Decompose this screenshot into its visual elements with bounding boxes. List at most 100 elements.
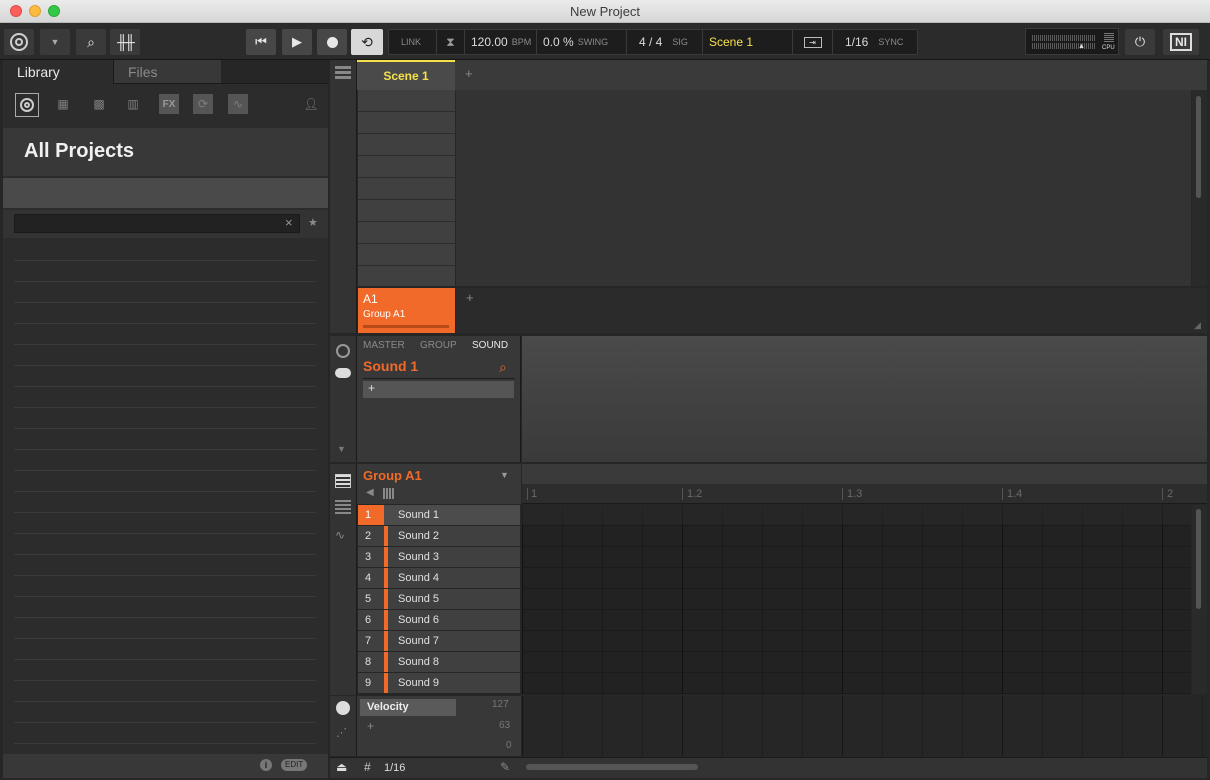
pattern-footer: ⏏ # 1/16 ✎ bbox=[330, 757, 1207, 778]
tempo-unit: BPM bbox=[511, 37, 532, 47]
tab-files[interactable]: Files bbox=[113, 60, 221, 84]
browser-toggle-button[interactable]: ⌕ bbox=[76, 29, 106, 55]
collapse-icon[interactable]: ▼ bbox=[337, 444, 346, 454]
clear-search-icon[interactable]: × bbox=[285, 215, 293, 230]
scene-display[interactable]: Scene 1 bbox=[703, 30, 793, 54]
instruments-filter-icon[interactable]: ▥ bbox=[123, 94, 143, 114]
sound-number: 6 bbox=[365, 614, 372, 626]
step-grid[interactable] bbox=[522, 505, 1191, 694]
cpu-meter: ▲ CPU bbox=[1025, 28, 1119, 55]
pattern-scrollbar[interactable] bbox=[1192, 505, 1207, 694]
keyboard-view-icon[interactable] bbox=[335, 500, 351, 514]
group-tile-name: Group A1 bbox=[363, 309, 406, 320]
window-title: New Project bbox=[569, 4, 641, 19]
filter-tag-bar[interactable] bbox=[3, 178, 328, 208]
results-list[interactable] bbox=[14, 240, 316, 754]
resize-handle-icon[interactable]: ◢ bbox=[1194, 320, 1201, 331]
sound-row[interactable]: 9 Sound 9 bbox=[358, 673, 520, 693]
group-name[interactable]: Group A1 bbox=[363, 468, 422, 483]
group-tile-a1[interactable]: A1 Group A1 bbox=[358, 288, 455, 333]
loops-filter-icon[interactable]: ⟳ bbox=[193, 94, 213, 114]
velocity-icon[interactable] bbox=[336, 701, 350, 715]
sound-name: Sound 9 bbox=[398, 677, 439, 689]
sound-search-icon[interactable]: ⌕ bbox=[499, 359, 507, 376]
velocity-lane[interactable] bbox=[522, 696, 1207, 756]
speaker-icon[interactable]: ◀ bbox=[366, 487, 374, 498]
follow-toggle[interactable]: ⇥ bbox=[793, 30, 833, 54]
timeline-ruler[interactable]: 1 1.2 1.3 1.4 2 bbox=[522, 484, 1207, 504]
eject-icon[interactable]: ⏏ bbox=[336, 760, 347, 774]
mixer-toggle-button[interactable]: ╫╫ bbox=[110, 29, 140, 55]
toolbar: ▼ ⌕ ╫╫ ⏮ ▶ ⟲ LINK ⧗ 120.00 BPM 0.0 % SWI… bbox=[0, 23, 1210, 60]
scene-slots[interactable] bbox=[358, 90, 455, 286]
channel-icon[interactable] bbox=[336, 344, 350, 358]
maschine-menu-button[interactable] bbox=[4, 29, 34, 55]
add-modulation-button[interactable]: + bbox=[367, 719, 374, 733]
sound-row[interactable]: 7 Sound 7 bbox=[358, 631, 520, 651]
velocity-lane-button[interactable]: Velocity bbox=[360, 699, 456, 716]
tab-master[interactable]: MASTER bbox=[363, 340, 405, 351]
tab-sound[interactable]: SOUND bbox=[472, 340, 508, 351]
chevron-down-icon[interactable]: ▼ bbox=[500, 470, 509, 480]
pads-view-icon[interactable] bbox=[335, 474, 351, 488]
add-plugin-button[interactable]: + bbox=[363, 381, 514, 398]
quantize-field[interactable]: 1/16 SYNC bbox=[833, 30, 918, 54]
pencil-icon[interactable]: ✎ bbox=[500, 760, 510, 774]
tab-library[interactable]: Library bbox=[3, 60, 113, 84]
add-scene-button[interactable]: + bbox=[465, 66, 473, 81]
plugin-icon[interactable] bbox=[335, 368, 351, 378]
arranger-scrollbar[interactable] bbox=[1192, 90, 1207, 286]
tab-group[interactable]: GROUP bbox=[420, 340, 457, 351]
scene-tab[interactable]: Scene 1 bbox=[357, 60, 455, 90]
metronome-icon: ⧗ bbox=[446, 34, 455, 49]
sound-row[interactable]: 3 Sound 3 bbox=[358, 547, 520, 567]
loop-button[interactable]: ⟲ bbox=[351, 29, 383, 55]
rewind-button[interactable]: ⏮ bbox=[246, 29, 276, 55]
tempo-field[interactable]: 120.00 BPM bbox=[465, 30, 537, 54]
menu-dropdown-button[interactable]: ▼ bbox=[40, 29, 70, 55]
grid-resolution[interactable]: 1/16 bbox=[384, 762, 405, 774]
favorite-star-icon[interactable]: ★ bbox=[308, 216, 318, 229]
metronome-toggle[interactable]: ⧗ bbox=[437, 30, 465, 54]
sound-row[interactable]: 5 Sound 5 bbox=[358, 589, 520, 609]
scene-bar: Scene 1 + bbox=[357, 60, 1207, 90]
signature-field[interactable]: 4 / 4 SIG bbox=[627, 30, 703, 54]
user-filter-icon[interactable]: 👤︎ bbox=[301, 94, 321, 114]
search-input[interactable] bbox=[14, 214, 300, 233]
pattern-sidebar: ∿ bbox=[330, 464, 357, 695]
samples-filter-icon[interactable]: ∿ bbox=[228, 94, 248, 114]
sound-row[interactable]: 6 Sound 6 bbox=[358, 610, 520, 630]
maschine-filter-icon[interactable] bbox=[15, 93, 39, 117]
follow-icon: ⇥ bbox=[803, 36, 822, 48]
automation-icon[interactable]: ⋰ bbox=[336, 726, 347, 739]
edit-button[interactable]: EDIT bbox=[281, 759, 308, 771]
power-button[interactable]: ⏻ bbox=[1125, 29, 1155, 55]
horizontal-scrollbar[interactable] bbox=[526, 764, 698, 770]
record-button[interactable] bbox=[317, 29, 347, 55]
pad-grid-icon[interactable] bbox=[383, 488, 394, 499]
sound-row[interactable]: 8 Sound 8 bbox=[358, 652, 520, 672]
groups-filter-icon[interactable]: ▦ bbox=[53, 94, 73, 114]
add-group-button[interactable]: + bbox=[466, 290, 474, 305]
ni-logo-button[interactable]: NI bbox=[1163, 29, 1199, 55]
ideas-view-icon[interactable] bbox=[335, 66, 351, 80]
browser-footer: i EDIT bbox=[3, 754, 328, 778]
add-plugin-label: + bbox=[368, 381, 376, 395]
info-icon[interactable]: i bbox=[260, 759, 272, 771]
ruler-mark: 1.3 bbox=[842, 488, 862, 500]
fx-filter-icon[interactable]: FX bbox=[159, 94, 179, 114]
play-button[interactable]: ▶ bbox=[282, 29, 312, 55]
grid-icon[interactable]: # bbox=[364, 760, 371, 774]
control-sidebar: ▼ bbox=[330, 336, 357, 462]
tab-library-label: Library bbox=[17, 64, 60, 80]
swing-field[interactable]: 0.0 % SWING bbox=[537, 30, 627, 54]
scene-arrangement-area[interactable] bbox=[456, 90, 1191, 286]
sound-number: 9 bbox=[365, 677, 372, 689]
quantize-value: 1/16 bbox=[845, 35, 869, 49]
sound-row[interactable]: 1 Sound 1 bbox=[358, 505, 520, 525]
sound-row[interactable]: 2 Sound 2 bbox=[358, 526, 520, 546]
sound-row[interactable]: 4 Sound 4 bbox=[358, 568, 520, 588]
link-toggle[interactable]: LINK bbox=[389, 30, 437, 54]
sounds-filter-icon[interactable]: ▩ bbox=[89, 94, 109, 114]
waveform-icon[interactable]: ∿ bbox=[335, 528, 345, 542]
